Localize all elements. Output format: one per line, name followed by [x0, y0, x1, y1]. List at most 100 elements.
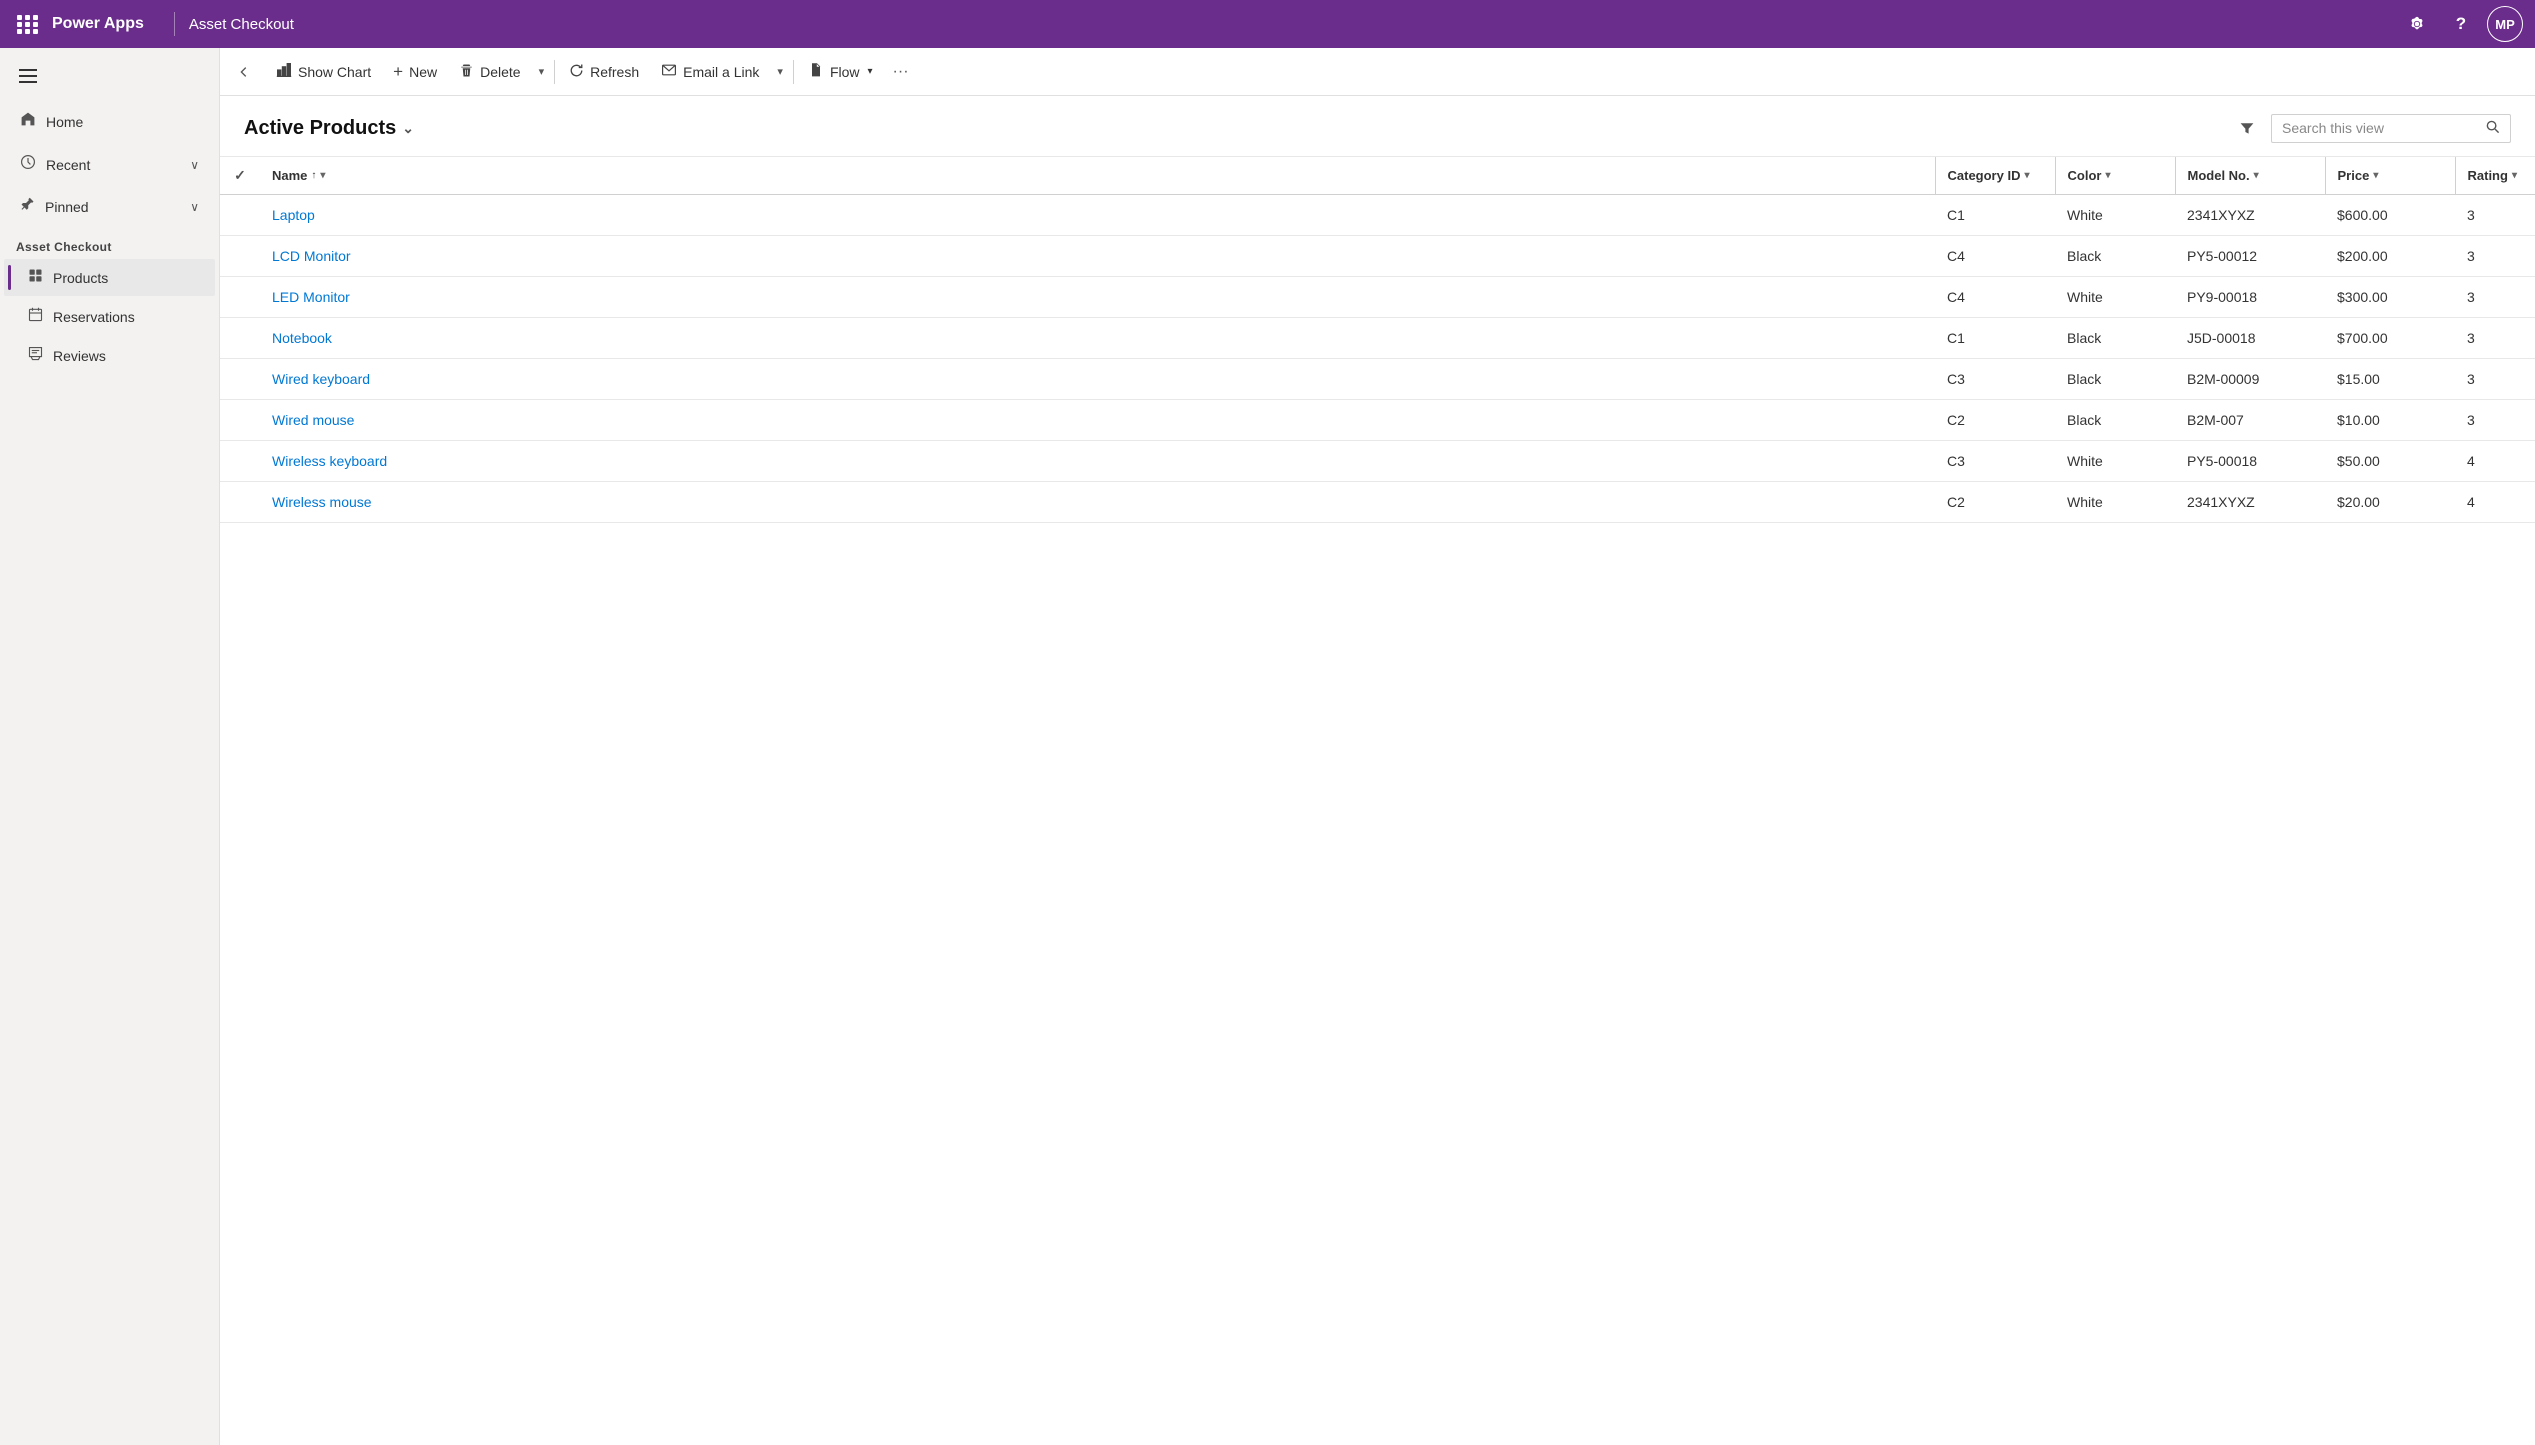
row-category: C2	[1935, 482, 2055, 523]
row-rating: 4	[2455, 482, 2535, 523]
row-category: C3	[1935, 441, 2055, 482]
products-table: ✓ Name ↑ ▾ Category ID	[220, 157, 2535, 523]
sidebar-item-recent[interactable]: Recent ∨	[4, 144, 215, 185]
pinned-icon	[20, 197, 35, 217]
user-avatar[interactable]: MP	[2487, 6, 2523, 42]
settings-button[interactable]	[2399, 6, 2435, 42]
row-price: $300.00	[2325, 277, 2455, 318]
row-checkbox[interactable]	[220, 482, 260, 523]
email-icon	[661, 62, 677, 81]
row-name[interactable]: Wireless keyboard	[260, 441, 1935, 482]
row-category: C1	[1935, 195, 2055, 236]
sidebar-item-reviews[interactable]: Reviews	[4, 337, 215, 374]
back-button[interactable]	[228, 56, 260, 88]
col-header-color[interactable]: Color ▾	[2055, 157, 2175, 195]
row-name[interactable]: LCD Monitor	[260, 236, 1935, 277]
email-chevron[interactable]: ▾	[771, 59, 789, 84]
row-rating: 3	[2455, 195, 2535, 236]
sidebar-section-title: Asset Checkout	[0, 228, 219, 258]
view-title-chevron-icon: ⌄	[402, 120, 414, 137]
row-model: 2341XYXZ	[2175, 482, 2325, 523]
recent-icon	[20, 154, 36, 175]
row-checkbox[interactable]	[220, 277, 260, 318]
row-rating: 4	[2455, 441, 2535, 482]
model-sort-icon: ▾	[2254, 170, 2259, 181]
new-button[interactable]: + New	[383, 56, 447, 88]
row-checkbox[interactable]	[220, 195, 260, 236]
row-color: White	[2055, 482, 2175, 523]
table-row: Notebook C1 Black J5D-00018 $700.00 3	[220, 318, 2535, 359]
topbar-divider	[174, 12, 175, 36]
more-options-button[interactable]: ···	[885, 57, 917, 87]
col-header-price[interactable]: Price ▾	[2325, 157, 2455, 195]
row-model: B2M-007	[2175, 400, 2325, 441]
row-checkbox[interactable]	[220, 359, 260, 400]
row-rating: 3	[2455, 318, 2535, 359]
table-row: LCD Monitor C4 Black PY5-00012 $200.00 3	[220, 236, 2535, 277]
row-name[interactable]: Wireless mouse	[260, 482, 1935, 523]
topbar-right: ? MP	[2399, 6, 2523, 42]
row-color: White	[2055, 441, 2175, 482]
select-all-header[interactable]: ✓	[220, 157, 260, 195]
sidebar-reviews-label: Reviews	[53, 348, 106, 364]
table-row: Wired mouse C2 Black B2M-007 $10.00 3	[220, 400, 2535, 441]
row-color: Black	[2055, 318, 2175, 359]
row-name[interactable]: Notebook	[260, 318, 1935, 359]
reviews-icon	[28, 346, 43, 365]
waffle-menu[interactable]	[12, 8, 44, 40]
table-row: Wired keyboard C3 Black B2M-00009 $15.00…	[220, 359, 2535, 400]
row-model: B2M-00009	[2175, 359, 2325, 400]
flow-icon	[808, 62, 824, 81]
row-checkbox[interactable]	[220, 318, 260, 359]
row-name[interactable]: Wired keyboard	[260, 359, 1935, 400]
recent-chevron-icon: ∨	[190, 158, 199, 172]
col-header-model[interactable]: Model No. ▾	[2175, 157, 2325, 195]
col-header-name[interactable]: Name ↑ ▾	[260, 157, 1935, 195]
table-row: Wireless mouse C2 White 2341XYXZ $20.00 …	[220, 482, 2535, 523]
show-chart-button[interactable]: Show Chart	[266, 56, 381, 87]
row-checkbox[interactable]	[220, 400, 260, 441]
row-checkbox[interactable]	[220, 236, 260, 277]
name-sort-chevron-icon: ▾	[320, 170, 325, 181]
sidebar-item-pinned[interactable]: Pinned ∨	[4, 187, 215, 227]
row-price: $700.00	[2325, 318, 2455, 359]
row-name[interactable]: Wired mouse	[260, 400, 1935, 441]
col-header-category[interactable]: Category ID ▾	[1935, 157, 2055, 195]
view-title[interactable]: Active Products ⌄	[244, 117, 414, 140]
delete-button[interactable]: Delete	[449, 57, 530, 87]
email-link-button[interactable]: Email a Link	[651, 56, 769, 87]
home-icon	[20, 111, 36, 132]
filter-button[interactable]	[2231, 112, 2263, 144]
table-row: Wireless keyboard C3 White PY5-00018 $50…	[220, 441, 2535, 482]
toolbar-divider-2	[793, 60, 794, 84]
row-price: $50.00	[2325, 441, 2455, 482]
refresh-button[interactable]: Refresh	[559, 57, 649, 87]
delete-chevron[interactable]: ▾	[533, 59, 551, 84]
row-price: $10.00	[2325, 400, 2455, 441]
name-sort-up-icon: ↑	[311, 170, 316, 181]
col-header-rating[interactable]: Rating ▾	[2455, 157, 2535, 195]
row-model: PY5-00018	[2175, 441, 2325, 482]
row-category: C4	[1935, 236, 2055, 277]
hamburger-menu[interactable]	[8, 56, 48, 96]
row-checkbox[interactable]	[220, 441, 260, 482]
app-title: Asset Checkout	[189, 16, 294, 33]
sidebar-recent-label: Recent	[46, 157, 90, 173]
sidebar-item-reservations[interactable]: Reservations	[4, 298, 215, 335]
row-name[interactable]: LED Monitor	[260, 277, 1935, 318]
sidebar-item-products[interactable]: Products	[4, 259, 215, 296]
row-name[interactable]: Laptop	[260, 195, 1935, 236]
rating-sort-icon: ▾	[2512, 170, 2517, 181]
sidebar-item-home[interactable]: Home	[4, 101, 215, 142]
view-header-right	[2231, 112, 2511, 144]
flow-button[interactable]: Flow ▾	[798, 56, 883, 87]
sidebar-pinned-label: Pinned	[45, 199, 89, 215]
sidebar-home-label: Home	[46, 114, 83, 130]
row-price: $200.00	[2325, 236, 2455, 277]
row-price: $600.00	[2325, 195, 2455, 236]
help-button[interactable]: ?	[2443, 6, 2479, 42]
row-price: $15.00	[2325, 359, 2455, 400]
search-box	[2271, 114, 2511, 143]
products-icon	[28, 268, 43, 287]
search-input[interactable]	[2282, 120, 2478, 136]
